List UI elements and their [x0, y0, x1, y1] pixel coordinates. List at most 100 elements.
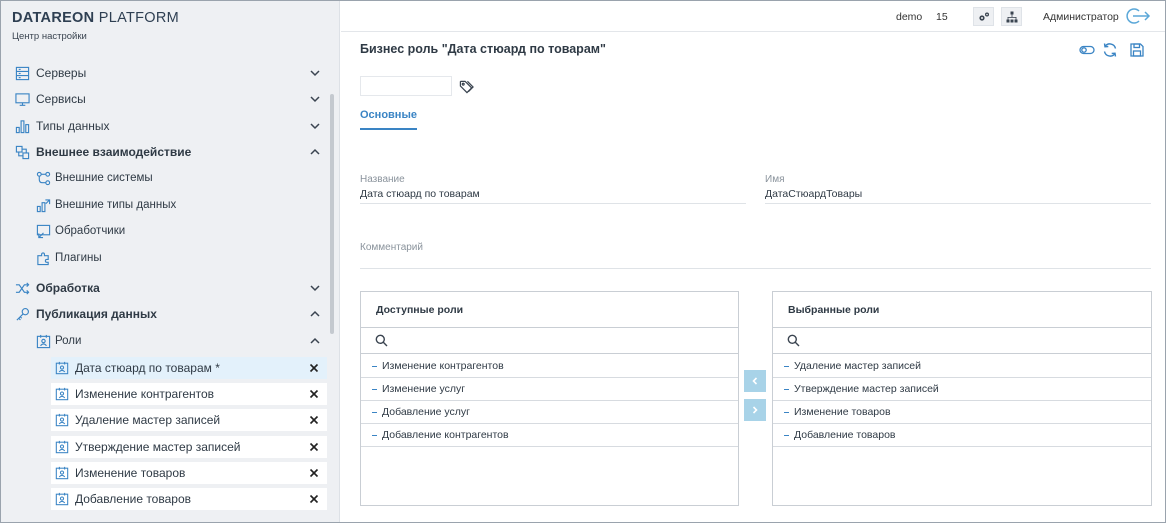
save-icon[interactable]: [1129, 42, 1145, 58]
chevron-down-icon[interactable]: [309, 93, 321, 105]
open-role-item[interactable]: Добавление товаров: [51, 488, 327, 510]
id-field[interactable]: ДатаСтюардТовары: [765, 188, 862, 200]
close-icon[interactable]: [309, 494, 319, 504]
sidebar-item-processing[interactable]: Обработка: [1, 276, 329, 300]
sidebar-item-label: Внешние системы: [55, 172, 153, 184]
open-role-item[interactable]: Изменение контрагентов: [51, 383, 327, 405]
bullet-dash: [372, 366, 377, 367]
monitor-icon: [15, 92, 30, 107]
close-icon[interactable]: [309, 468, 319, 478]
chevron-up-icon[interactable]: [309, 146, 321, 158]
sidebar-item-label: Публикация данных: [36, 307, 157, 321]
list-item-label: Добавление контрагентов: [382, 429, 509, 441]
app-window: DATAREON PLATFORM Центр настройки Сервер…: [0, 0, 1166, 523]
list-item[interactable]: Добавление услуг: [361, 401, 738, 424]
servers-icon: [15, 66, 30, 81]
list-item[interactable]: Добавление контрагентов: [361, 424, 738, 447]
sidebar-item-external-interaction[interactable]: Внешнее взаимодействие: [1, 140, 329, 164]
open-role-item[interactable]: Утверждение мастер записей: [51, 436, 327, 458]
external-data-types-icon: [36, 198, 51, 213]
sidebar-item-label: Роли: [55, 335, 82, 347]
move-right-button[interactable]: [744, 399, 766, 421]
chevron-down-icon[interactable]: [309, 120, 321, 132]
available-roles-search[interactable]: [361, 327, 738, 354]
settings-gears-button[interactable]: [973, 7, 994, 26]
refresh-icon[interactable]: [1102, 42, 1118, 58]
close-icon[interactable]: [309, 363, 319, 373]
tags-input[interactable]: [360, 76, 452, 96]
close-icon[interactable]: [309, 389, 319, 399]
brand-subtitle: Центр настройки: [12, 31, 87, 42]
chevron-up-icon[interactable]: [309, 335, 321, 347]
sidebar-item-label: Обработчики: [55, 225, 126, 237]
sidebar-item-label: Плагины: [55, 252, 102, 264]
sidebar-item-handlers[interactable]: Обработчики: [1, 219, 329, 243]
role-icon: [55, 440, 69, 454]
admin-label[interactable]: Администратор: [1043, 11, 1119, 23]
id-field-label: Имя: [765, 174, 785, 185]
selected-roles-panel: Выбранные роли Удаление мастер записей У…: [772, 291, 1152, 506]
chevron-down-icon[interactable]: [309, 282, 321, 294]
comment-field-underline: [360, 268, 1151, 269]
open-role-label: Удаление мастер записей: [75, 413, 221, 427]
page-title: Бизнес роль "Дата стюард по товарам": [360, 42, 606, 56]
open-role-item[interactable]: Удаление мастер записей: [51, 409, 327, 431]
sidebar-item-services[interactable]: Сервисы: [1, 87, 329, 111]
bullet-dash: [372, 389, 377, 390]
top-bar: demo 15 Администратор: [341, 1, 1165, 32]
tab-main[interactable]: Основные: [360, 109, 417, 130]
sidebar-item-data-types[interactable]: Типы данных: [1, 114, 329, 138]
toggle-icon[interactable]: [1079, 42, 1095, 58]
chevron-down-icon[interactable]: [309, 67, 321, 79]
brand-name-bold: DATAREON: [12, 10, 95, 26]
structure-button[interactable]: [1001, 7, 1022, 26]
name-field[interactable]: Дата стюард по товарам: [360, 188, 480, 200]
list-item[interactable]: Утверждение мастер записей: [773, 378, 1151, 401]
available-roles-title: Доступные роли: [376, 304, 464, 316]
list-item[interactable]: Изменение товаров: [773, 401, 1151, 424]
open-role-item[interactable]: Дата стюард по товарам *: [51, 357, 327, 379]
name-field-underline: [360, 203, 746, 204]
open-role-label: Добавление товаров: [75, 492, 191, 506]
plugins-icon: [36, 251, 51, 266]
tag-icon[interactable]: [459, 79, 474, 94]
open-role-label: Изменение товаров: [75, 466, 186, 480]
sidebar-item-external-systems[interactable]: Внешние системы: [1, 166, 329, 190]
sidebar: DATAREON PLATFORM Центр настройки Сервер…: [1, 1, 340, 522]
list-item[interactable]: Добавление товаров: [773, 424, 1151, 447]
bullet-dash: [372, 435, 377, 436]
selected-roles-title: Выбранные роли: [788, 304, 880, 316]
hierarchy-icon: [1006, 11, 1017, 22]
sidebar-item-plugins[interactable]: Плагины: [1, 246, 329, 270]
list-item-label: Утверждение мастер записей: [794, 383, 939, 395]
sidebar-item-label: Внешнее взаимодействие: [36, 145, 192, 159]
role-icon: [55, 413, 69, 427]
bullet-dash: [372, 412, 377, 413]
session-number: 15: [936, 11, 948, 23]
list-item[interactable]: Изменение услуг: [361, 378, 738, 401]
sidebar-scrollbar[interactable]: [330, 94, 334, 334]
sidebar-item-roles[interactable]: Роли: [1, 329, 329, 353]
bullet-dash: [784, 412, 789, 413]
chevron-left-icon: [752, 377, 758, 385]
available-roles-panel: Доступные роли Изменение контрагентов Из…: [360, 291, 739, 506]
logout-icon[interactable]: [1125, 7, 1151, 25]
brand-title: DATAREON PLATFORM: [12, 10, 179, 26]
move-left-button[interactable]: [744, 370, 766, 392]
sidebar-item-external-data-types[interactable]: Внешние типы данных: [1, 193, 329, 217]
chevron-up-icon[interactable]: [309, 308, 321, 320]
close-icon[interactable]: [309, 415, 319, 425]
role-icon: [55, 387, 69, 401]
sidebar-item-data-publication[interactable]: Публикация данных: [1, 302, 329, 326]
selected-roles-search[interactable]: [773, 327, 1151, 354]
open-role-item[interactable]: Изменение товаров: [51, 462, 327, 484]
list-item[interactable]: Удаление мастер записей: [773, 355, 1151, 378]
handlers-icon: [36, 224, 51, 239]
search-icon: [787, 334, 800, 347]
sidebar-item-servers[interactable]: Серверы: [1, 61, 329, 85]
bullet-dash: [784, 366, 789, 367]
role-icon: [55, 492, 69, 506]
list-item[interactable]: Изменение контрагентов: [361, 355, 738, 378]
sidebar-item-label: Обработка: [36, 281, 100, 295]
close-icon[interactable]: [309, 442, 319, 452]
